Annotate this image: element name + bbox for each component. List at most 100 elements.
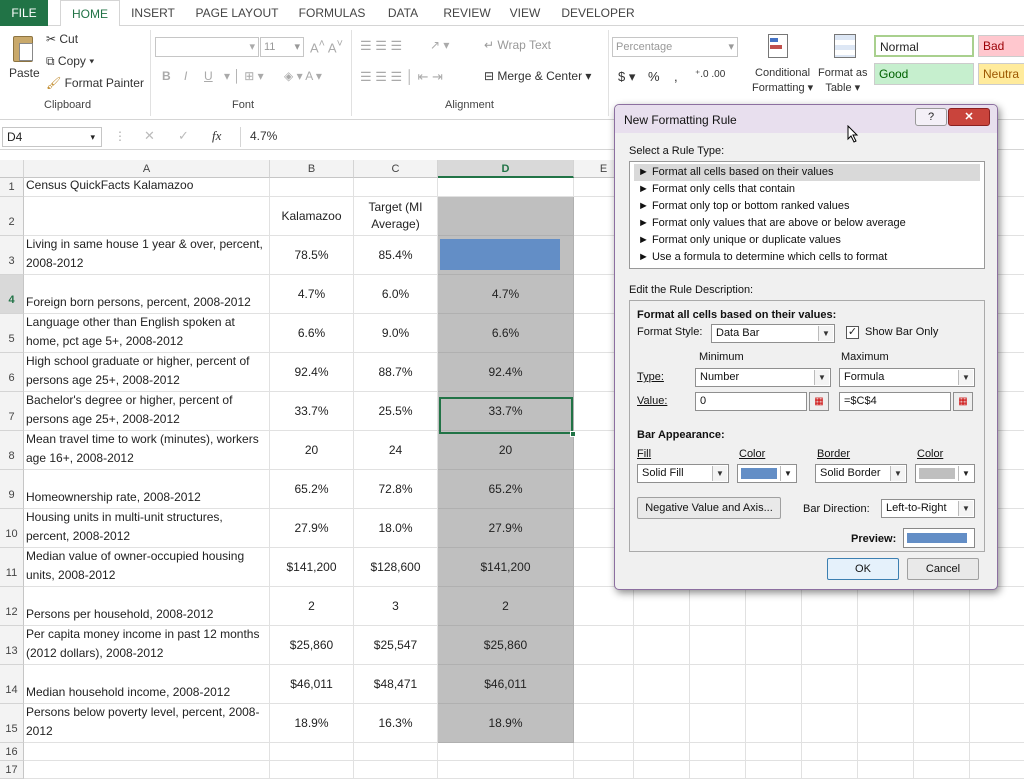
cell-empty[interactable] [746,704,802,743]
formula-input[interactable]: 4.7% [250,129,277,143]
cell-b[interactable]: 33.7% [270,392,354,431]
cell-d[interactable]: 4.7% [438,275,574,314]
cell-empty[interactable] [914,743,970,761]
cell-d[interactable]: $141,200 [438,548,574,587]
cell-b[interactable]: 92.4% [270,353,354,392]
cell-b[interactable]: $25,860 [270,626,354,665]
grow-font-icon[interactable]: A˄ A˅ [310,38,343,55]
show-bar-only-checkbox[interactable]: ✓ [846,326,859,339]
cancel-button[interactable]: Cancel [907,558,979,580]
cell-c[interactable]: $48,471 [354,665,438,704]
cell-empty[interactable] [858,665,914,704]
format-as-table-icon[interactable] [832,32,858,62]
rule-type-list[interactable]: ► Format all cells based on their values… [629,161,985,269]
style-neutral[interactable]: Neutra [978,63,1024,85]
cell-b[interactable] [270,743,354,761]
cell-empty[interactable] [970,665,1024,704]
rule-type-item[interactable]: ► Format only unique or duplicate values [634,232,980,249]
cell-b[interactable]: 6.6% [270,314,354,353]
cell-d[interactable] [438,197,574,236]
cell-empty[interactable] [746,665,802,704]
cell-e[interactable] [574,761,634,779]
tab-view[interactable]: VIEW [504,0,546,26]
row-header[interactable]: 1 [0,178,24,197]
cell-empty[interactable] [858,626,914,665]
cell-e[interactable] [574,587,634,626]
fill-select[interactable]: Solid Fill ▼ [637,464,729,483]
cell-d[interactable]: $46,011 [438,665,574,704]
cell-d[interactable] [438,178,574,197]
cell-e[interactable] [574,626,634,665]
border-color-picker[interactable]: ▼ [915,464,975,483]
tab-page-layout[interactable]: PAGE LAYOUT [192,0,282,26]
tab-file[interactable]: FILE [0,0,48,26]
cell-empty[interactable] [858,761,914,779]
row-header[interactable]: 2 [0,197,24,236]
row-header[interactable]: 14 [0,665,24,704]
comma-button[interactable]: , [674,69,678,84]
cell-empty[interactable] [858,743,914,761]
cell-empty[interactable] [802,626,858,665]
font-size-box[interactable]: 11 ▾ [260,37,304,57]
wrap-text-button[interactable]: ↵ Wrap Text [484,38,551,52]
font-name-box[interactable]: ▾ [155,37,259,57]
format-style-select[interactable]: Data Bar ▼ [711,324,835,343]
cell-empty[interactable] [802,704,858,743]
cell-empty[interactable] [858,587,914,626]
cell-empty[interactable] [690,665,746,704]
row-header[interactable]: 12 [0,587,24,626]
format-as-table-button[interactable]: Format as Table ▾ [818,66,868,96]
cell-empty[interactable] [746,587,802,626]
italic-button[interactable]: I [184,69,187,83]
row-header[interactable]: 10 [0,509,24,548]
cell-c[interactable]: $25,547 [354,626,438,665]
decimal-icons[interactable]: ⁺.0 .00 [695,69,725,80]
style-good[interactable]: Good [874,63,974,85]
cell-empty[interactable] [802,587,858,626]
cell-c[interactable] [354,761,438,779]
cell-c[interactable]: $128,600 [354,548,438,587]
cell-empty[interactable] [746,761,802,779]
cell-d[interactable]: 18.9% [438,704,574,743]
tab-home[interactable]: HOME [60,0,120,27]
row-header[interactable]: 11 [0,548,24,587]
cell-d[interactable]: 20 [438,431,574,470]
cell-empty[interactable] [970,761,1024,779]
column-header-c[interactable]: C [354,160,438,178]
cell-d[interactable]: 27.9% [438,509,574,548]
fill-color-icon[interactable]: ◈ ▾ A ▾ [284,69,322,83]
cancel-entry-icon[interactable]: ⋮ [114,129,126,143]
cell-a[interactable]: Bachelor's degree or higher, percent of … [24,392,270,431]
cell-d[interactable]: 2 [438,587,574,626]
enter-icon[interactable]: ✓ [178,128,189,144]
cell-a[interactable] [24,761,270,779]
cut-button[interactable]: ✂ Cut [46,32,78,46]
cell-empty[interactable] [634,626,690,665]
conditional-formatting-icon[interactable] [766,32,790,62]
paste-icon[interactable] [10,34,36,64]
cell-d[interactable] [438,236,574,275]
cell-a[interactable]: Mean travel time to work (minutes), work… [24,431,270,470]
cell-d[interactable] [438,761,574,779]
cell-c[interactable] [354,178,438,197]
cell-c[interactable]: 25.5% [354,392,438,431]
border-select[interactable]: Solid Border ▼ [815,464,907,483]
tab-formulas[interactable]: FORMULAS [294,0,370,26]
row-header[interactable]: 3 [0,236,24,275]
cell-c[interactable]: 85.4% [354,236,438,275]
cell-d[interactable] [438,743,574,761]
close-button[interactable]: ✕ [948,108,990,126]
cell-a[interactable]: Median household income, 2008-2012 [24,665,270,704]
cell-empty[interactable] [858,704,914,743]
range-picker-icon[interactable]: ▦ [953,392,973,411]
max-type-select[interactable]: Formula ▼ [839,368,975,387]
cell-a[interactable]: Living in same house 1 year & over, perc… [24,236,270,275]
cell-empty[interactable] [634,761,690,779]
align-left-icon[interactable]: ☰ ☰ ☰ │ ⇤ ⇥ [360,69,443,85]
align-top-icon[interactable]: ☰ ☰ ☰ [360,38,402,54]
cell-empty[interactable] [690,743,746,761]
cell-empty[interactable] [970,743,1024,761]
cell-a[interactable] [24,743,270,761]
cell-a[interactable]: Median value of owner-occupied housing u… [24,548,270,587]
cell-empty[interactable] [914,587,970,626]
